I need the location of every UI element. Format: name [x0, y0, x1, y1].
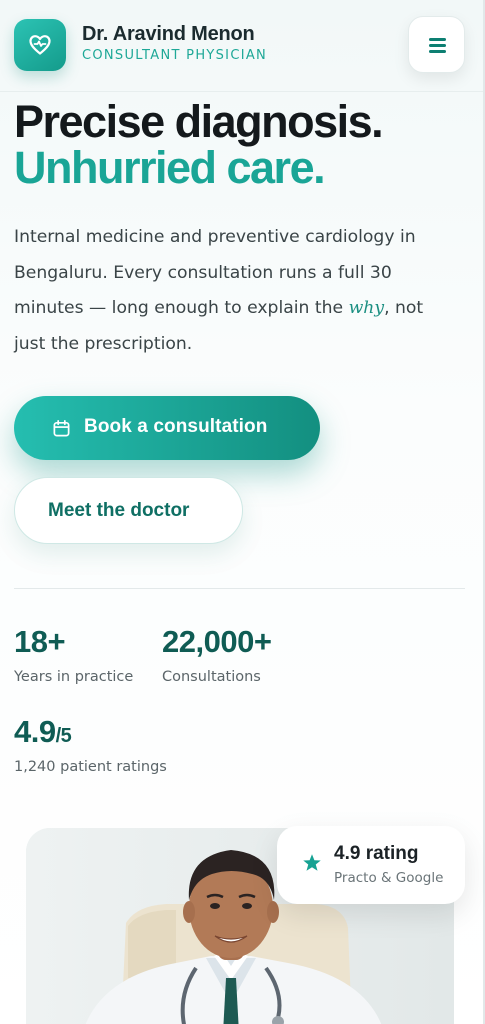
heart-pulse-icon: [29, 35, 51, 55]
menu-bar: [429, 44, 446, 47]
stat-years-value: 18+: [14, 624, 66, 659]
rating-title: 4.9 rating: [334, 843, 419, 864]
meet-doctor-button[interactable]: Meet the doctor: [14, 477, 243, 544]
headline-line-2: Unhurried care.: [14, 142, 326, 193]
stat-consultations-value: 22,000+: [162, 624, 272, 659]
rating-badge: 4.9 rating Practo & Google: [277, 826, 465, 904]
meet-doctor-label: Meet the doctor: [48, 500, 190, 521]
doctor-title: CONSULTANT PHYSICIAN: [82, 48, 268, 63]
book-consultation-label: Book a consultation: [84, 416, 268, 437]
rating-source: Practo & Google: [334, 870, 444, 886]
stat-consultations-label: Consultations: [162, 669, 261, 685]
lead-emphasis: why: [348, 298, 385, 318]
doctor-name: Dr. Aravind Menon: [82, 23, 255, 45]
stat-rating-value: 4.9/5: [14, 714, 72, 750]
stat-rating-label: 1,240 patient ratings: [14, 759, 167, 775]
stat-years-label: Years in practice: [14, 669, 134, 685]
headline-line-1: Precise diagnosis.: [14, 96, 384, 147]
book-consultation-button[interactable]: Book a consultation: [14, 396, 320, 460]
menu-bar: [429, 50, 446, 53]
menu-bar: [429, 38, 446, 41]
lead-paragraph: Internal medicine and preventive cardiol…: [14, 220, 454, 362]
stat-rating-number: 4.9: [14, 714, 56, 749]
stat-rating-suffix: /5: [55, 725, 72, 747]
calendar-icon: [53, 420, 70, 437]
star-icon: [303, 854, 321, 871]
site-header: Dr. Aravind Menon CONSULTANT PHYSICIAN: [0, 0, 483, 92]
menu-button[interactable]: [408, 16, 465, 73]
section-divider: [14, 588, 465, 589]
logo[interactable]: [14, 19, 66, 71]
